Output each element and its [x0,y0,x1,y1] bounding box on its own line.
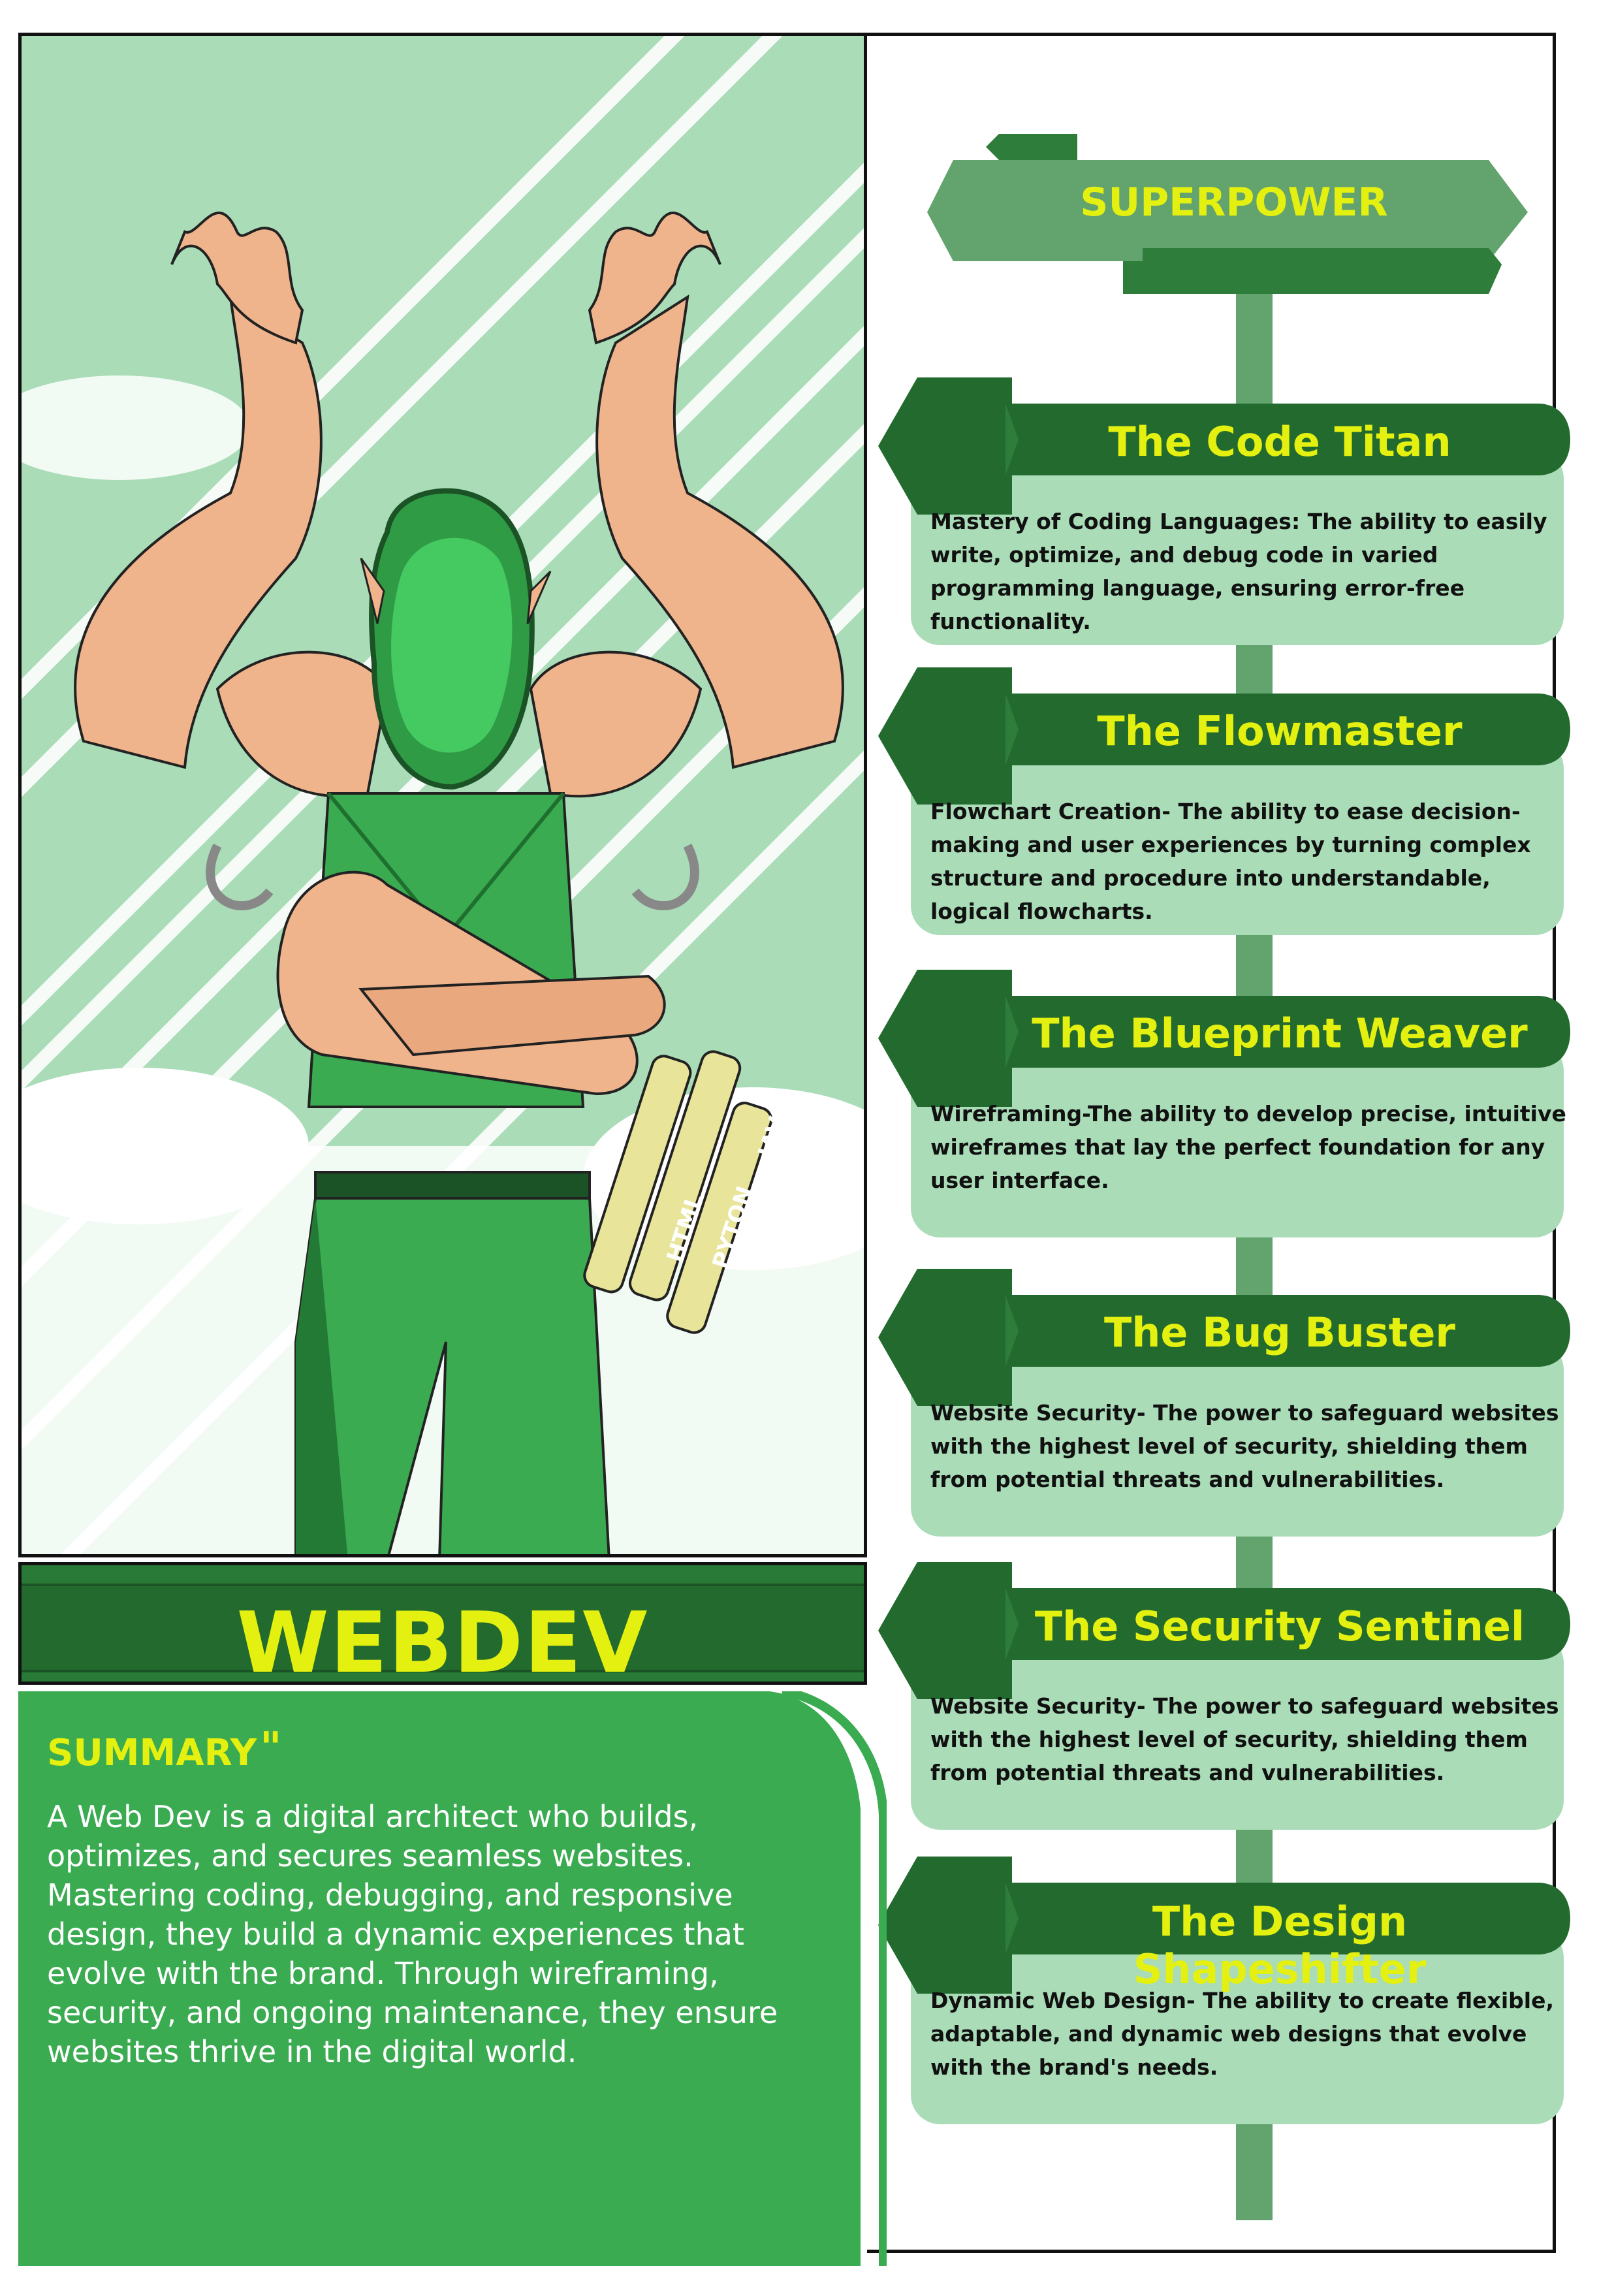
hero-name-band: WEBDEV [22,1584,864,1689]
power-card-title: The Security Sentinel [1034,1602,1525,1650]
power-card-title: The Blueprint Weaver [1032,1010,1528,1057]
power-card-description: Flowchart Creation- The ability to ease … [930,799,1531,924]
hero-name-banner: WEBDEV [18,1562,867,1689]
power-card-description: Website Security- The power to safeguard… [930,1400,1559,1492]
superpower-label: SUPERPOWER [1080,180,1388,225]
hero-illustration: HTML PYTON JAVA [18,33,867,1557]
power-card-description: Mastery of Coding Languages: The ability… [930,509,1547,634]
power-card-title: The Design Shapeshifter [1133,1898,1427,1993]
power-card-description: Website Security- The power to safeguard… [930,1693,1559,1785]
power-card-description: Wireframing-The ability to develop preci… [930,1101,1566,1193]
summary-title: SUMMARY [47,1732,257,1774]
summary-text: A Web Dev is a digital architect who bui… [47,1799,778,2069]
summary-quote-mark: " [260,1724,282,1772]
power-card-title: The Flowmaster [1097,707,1463,755]
power-card-title: The Code Titan [1108,418,1451,466]
power-card-title: The Bug Buster [1104,1309,1455,1356]
power-card-description: Dynamic Web Design- The ability to creat… [930,1988,1554,2080]
hero-name: WEBDEV [236,1595,649,1692]
